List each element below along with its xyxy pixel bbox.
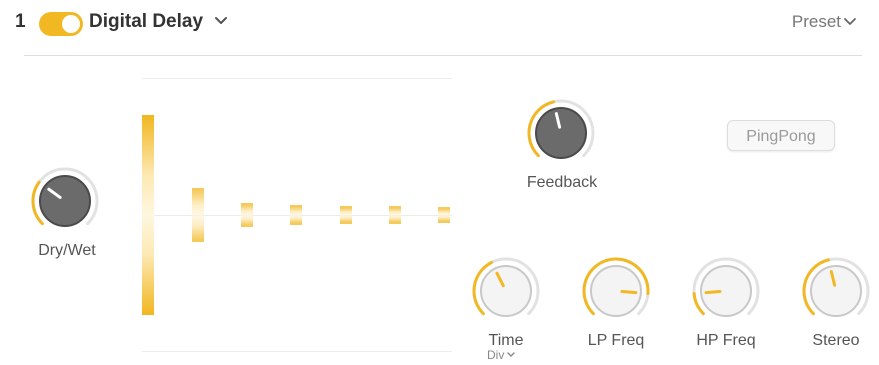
delay-tap-bar	[340, 206, 352, 224]
knob-pointer	[620, 289, 638, 295]
knob-dial	[472, 257, 540, 317]
feedback-label: Feedback	[526, 174, 598, 191]
knob-body	[480, 265, 532, 317]
dry-wet-knob[interactable]	[28, 164, 102, 238]
preset-label: Preset	[791, 12, 841, 31]
delay-visualizer	[142, 78, 452, 352]
pingpong-button[interactable]: PingPong	[727, 120, 835, 151]
stereo-label: Stereo	[812, 332, 860, 349]
knob-body	[39, 175, 91, 227]
toggle-thumb	[62, 15, 80, 33]
header-divider	[24, 55, 862, 56]
knob-dial	[527, 99, 595, 159]
delay-tap-bar	[142, 115, 154, 315]
delay-tap-bar	[389, 206, 401, 224]
viz-top-line	[142, 78, 452, 79]
delay-tap-bar	[290, 205, 302, 225]
stereo-knob[interactable]	[799, 254, 873, 328]
enable-toggle[interactable]	[39, 12, 83, 36]
chevron-down-icon	[844, 18, 856, 25]
time-division-select[interactable]: Div	[487, 348, 516, 362]
knob-dial	[582, 257, 650, 317]
delay-tap-bar	[438, 207, 450, 223]
knob-dial	[692, 257, 760, 317]
feedback-knob[interactable]	[524, 96, 598, 170]
delay-tap-bar	[241, 203, 253, 227]
knob-dial	[802, 257, 870, 317]
knob-body	[535, 107, 587, 159]
knob-dial	[31, 167, 99, 227]
lp-freq-knob[interactable]	[579, 254, 653, 328]
chevron-down-icon[interactable]	[213, 14, 229, 28]
hp-freq-knob[interactable]	[689, 254, 763, 328]
slot-number: 1	[15, 11, 26, 32]
chevron-down-icon	[507, 352, 516, 357]
knob-body	[810, 265, 862, 317]
time-knob[interactable]	[469, 254, 543, 328]
lp-freq-label: LP Freq	[587, 332, 645, 349]
effect-name[interactable]: Digital Delay	[89, 11, 203, 33]
plugin-header: 1 Digital Delay Preset	[0, 0, 879, 48]
preset-menu[interactable]: Preset	[792, 12, 857, 32]
viz-bottom-line	[142, 351, 452, 352]
delay-tap-bar	[192, 188, 204, 242]
time-sub-label: Div	[487, 348, 505, 362]
dry-wet-label: Dry/Wet	[38, 242, 96, 259]
hp-freq-label: HP Freq	[696, 332, 756, 349]
knob-pointer	[704, 289, 722, 295]
